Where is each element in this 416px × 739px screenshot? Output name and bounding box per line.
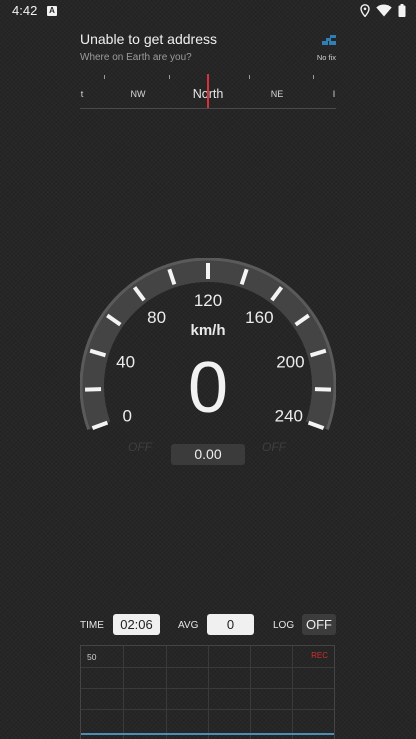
time-value[interactable]: 02:06 xyxy=(113,614,160,635)
compass-needle xyxy=(207,74,209,109)
compass-strip: t NW North NE I xyxy=(80,70,336,110)
avg-value[interactable]: 0 xyxy=(207,614,254,635)
off-indicator-left: OFF xyxy=(128,440,152,454)
speed-history-chart: 50 REC xyxy=(80,645,335,739)
wifi-icon xyxy=(376,4,392,17)
gps-signal-icon xyxy=(322,35,336,45)
stats-row: TIME 02:06 AVG 0 LOG OFF xyxy=(80,614,336,636)
off-indicator-right: OFF xyxy=(262,440,286,454)
avg-label: AVG xyxy=(178,620,199,631)
status-bar: 4:42 A xyxy=(0,0,416,22)
status-time: 4:42 xyxy=(12,3,38,18)
distance-value[interactable]: 0.00 xyxy=(171,444,245,465)
chart-y-max: 50 xyxy=(87,652,97,662)
compass-label-nw: NW xyxy=(130,89,146,99)
address-subtitle: Where on Earth are you? xyxy=(80,52,192,63)
chart-speed-line xyxy=(81,733,334,735)
rec-indicator[interactable]: REC xyxy=(311,651,328,660)
location-icon xyxy=(360,4,370,17)
address-title[interactable]: Unable to get address xyxy=(80,31,217,47)
gauge-scale-label: 120 xyxy=(194,291,222,310)
status-icons xyxy=(360,4,406,17)
speed-unit: km/h xyxy=(190,322,226,339)
time-label: TIME xyxy=(80,620,104,631)
log-label: LOG xyxy=(273,620,295,631)
fix-status: No fix xyxy=(316,53,336,62)
battery-icon xyxy=(398,4,406,17)
notification-a-icon: A xyxy=(47,6,57,16)
compass-label-ne: NE xyxy=(270,89,284,99)
compass-label-w: t xyxy=(80,89,84,99)
compass-baseline xyxy=(80,108,336,109)
log-toggle[interactable]: OFF xyxy=(302,614,336,635)
speed-value: 0 xyxy=(187,348,229,428)
compass-label-e: I xyxy=(332,89,336,99)
